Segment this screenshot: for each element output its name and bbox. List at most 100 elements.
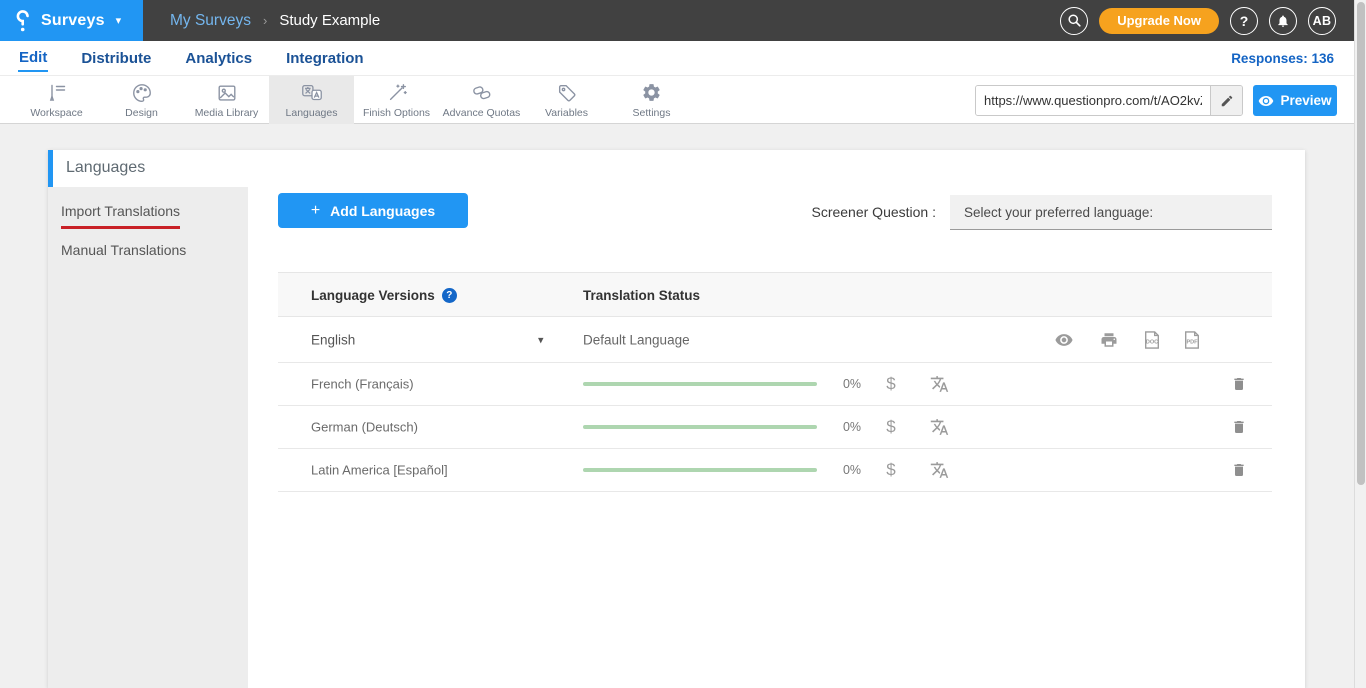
- tab-edit[interactable]: Edit: [18, 44, 48, 72]
- language-name: German (Deutsch): [311, 420, 418, 435]
- top-bar: Surveys ▾ My Surveys › Study Example Upg…: [0, 0, 1366, 41]
- product-switcher[interactable]: Surveys ▾: [0, 0, 143, 41]
- svg-text:PDF: PDF: [1186, 339, 1198, 345]
- delete-language-button[interactable]: [1229, 418, 1249, 436]
- toolbar-item-languages[interactable]: Languages: [269, 76, 354, 124]
- translation-progress-bar: [583, 425, 817, 429]
- pdf-file-icon: PDF: [1183, 330, 1201, 350]
- translate-icon: [930, 375, 949, 394]
- sidebar-item-import-translations[interactable]: Import Translations: [61, 203, 180, 229]
- languages-table: Language Versions ? Translation Status E…: [278, 272, 1272, 492]
- magic-wand-icon: [386, 82, 408, 104]
- image-icon: [216, 82, 238, 104]
- tab-distribute[interactable]: Distribute: [80, 45, 152, 71]
- search-icon: [1067, 13, 1082, 28]
- user-avatar[interactable]: AB: [1308, 7, 1336, 35]
- toolbar-item-design[interactable]: Design: [99, 76, 184, 124]
- gear-icon: [641, 82, 662, 104]
- print-button[interactable]: [1098, 331, 1120, 349]
- table-row-german: German (Deutsch) 0% $: [278, 406, 1272, 449]
- chevron-down-icon: ▾: [116, 14, 122, 27]
- plus-icon: +: [311, 202, 320, 220]
- column-translation-status: Translation Status: [583, 288, 700, 303]
- bell-icon: [1276, 14, 1290, 28]
- translation-progress-bar: [583, 468, 817, 472]
- languages-panel: Languages Import Translations Manual Tra…: [48, 150, 1305, 688]
- screener-question-label: Screener Question :: [804, 204, 936, 220]
- table-header: Language Versions ? Translation Status: [278, 272, 1272, 317]
- scrollbar-thumb[interactable]: [1357, 2, 1365, 485]
- translation-percent: 0%: [836, 377, 868, 391]
- language-name: French (Français): [311, 377, 414, 392]
- help-button[interactable]: ?: [1230, 7, 1258, 35]
- translation-percent: 0%: [836, 463, 868, 477]
- panel-title: Languages: [66, 159, 145, 177]
- survey-nav: Edit Distribute Analytics Integration Re…: [0, 41, 1366, 75]
- trash-icon: [1231, 461, 1247, 479]
- search-button[interactable]: [1060, 7, 1088, 35]
- language-name: Latin America [Español]: [311, 463, 448, 478]
- language-status: Default Language: [583, 332, 690, 347]
- translation-quote-button[interactable]: $: [882, 374, 900, 394]
- breadcrumb-current: Study Example: [279, 12, 380, 29]
- upgrade-now-button[interactable]: Upgrade Now: [1099, 8, 1219, 34]
- panel-accent-bar: [48, 150, 53, 187]
- translation-percent: 0%: [836, 420, 868, 434]
- preview-button[interactable]: Preview: [1253, 85, 1337, 116]
- toolbar-item-advance-quotas[interactable]: Advance Quotas: [439, 76, 524, 124]
- export-pdf-button[interactable]: PDF: [1181, 330, 1203, 350]
- table-row-french: French (Français) 0% $: [278, 363, 1272, 406]
- view-survey-button[interactable]: [1053, 333, 1075, 347]
- svg-text:DOC: DOC: [1146, 339, 1158, 345]
- toolbar-item-variables[interactable]: Variables: [524, 76, 609, 124]
- product-name: Surveys: [41, 12, 105, 30]
- translate-icon: [930, 461, 949, 480]
- edit-toolbar: Workspace Design Media Library Languages…: [0, 75, 1366, 124]
- breadcrumb-my-surveys[interactable]: My Surveys: [170, 12, 251, 30]
- help-circle-icon[interactable]: ?: [442, 288, 457, 303]
- translate-icon: [300, 82, 324, 104]
- survey-url-box: [975, 85, 1243, 116]
- translation-quote-button[interactable]: $: [882, 417, 900, 437]
- sidebar-item-manual-translations[interactable]: Manual Translations: [61, 242, 186, 258]
- translate-button[interactable]: [928, 375, 950, 394]
- table-row-english: English ▾ Default Language DOC: [278, 317, 1272, 363]
- delete-language-button[interactable]: [1229, 375, 1249, 393]
- column-language-versions: Language Versions ?: [311, 288, 457, 303]
- toolbar-item-workspace[interactable]: Workspace: [14, 76, 99, 124]
- eye-icon: [1054, 333, 1074, 347]
- translation-progress-bar: [583, 382, 817, 386]
- responses-count[interactable]: Responses: 136: [1231, 51, 1334, 66]
- tab-analytics[interactable]: Analytics: [184, 45, 253, 71]
- tag-icon: [556, 82, 578, 104]
- toolbar-item-finish-options[interactable]: Finish Options: [354, 76, 439, 124]
- panel-sidebar: Import Translations Manual Translations: [48, 187, 248, 688]
- questionpro-logo-icon: [16, 9, 32, 33]
- breadcrumb-separator: ›: [263, 13, 267, 28]
- toolbar-item-settings[interactable]: Settings: [609, 76, 694, 124]
- translate-button[interactable]: [928, 461, 950, 480]
- delete-language-button[interactable]: [1229, 461, 1249, 479]
- topbar-actions: Upgrade Now ? AB: [1060, 0, 1336, 41]
- breadcrumb: My Surveys › Study Example: [170, 0, 380, 41]
- translate-button[interactable]: [928, 418, 950, 437]
- add-languages-button[interactable]: + Add Languages: [278, 193, 468, 228]
- tab-integration[interactable]: Integration: [285, 45, 365, 71]
- eye-icon: [1258, 95, 1274, 107]
- chain-links-icon: [471, 82, 493, 104]
- notifications-button[interactable]: [1269, 7, 1297, 35]
- language-name: English: [311, 332, 355, 347]
- export-doc-button[interactable]: DOC: [1141, 330, 1163, 350]
- survey-url-input[interactable]: [976, 86, 1210, 115]
- trash-icon: [1231, 375, 1247, 393]
- panel-content: + Add Languages Screener Question : Sele…: [248, 187, 1305, 688]
- translation-quote-button[interactable]: $: [882, 460, 900, 480]
- page-scrollbar[interactable]: [1354, 0, 1366, 688]
- language-dropdown-caret[interactable]: ▾: [538, 333, 544, 346]
- workspace-icon: [46, 82, 68, 104]
- toolbar-item-media-library[interactable]: Media Library: [184, 76, 269, 124]
- edit-url-button[interactable]: [1210, 86, 1242, 115]
- screener-question-select[interactable]: Select your preferred language:: [950, 195, 1272, 230]
- doc-file-icon: DOC: [1143, 330, 1161, 350]
- pencil-icon: [1220, 94, 1234, 108]
